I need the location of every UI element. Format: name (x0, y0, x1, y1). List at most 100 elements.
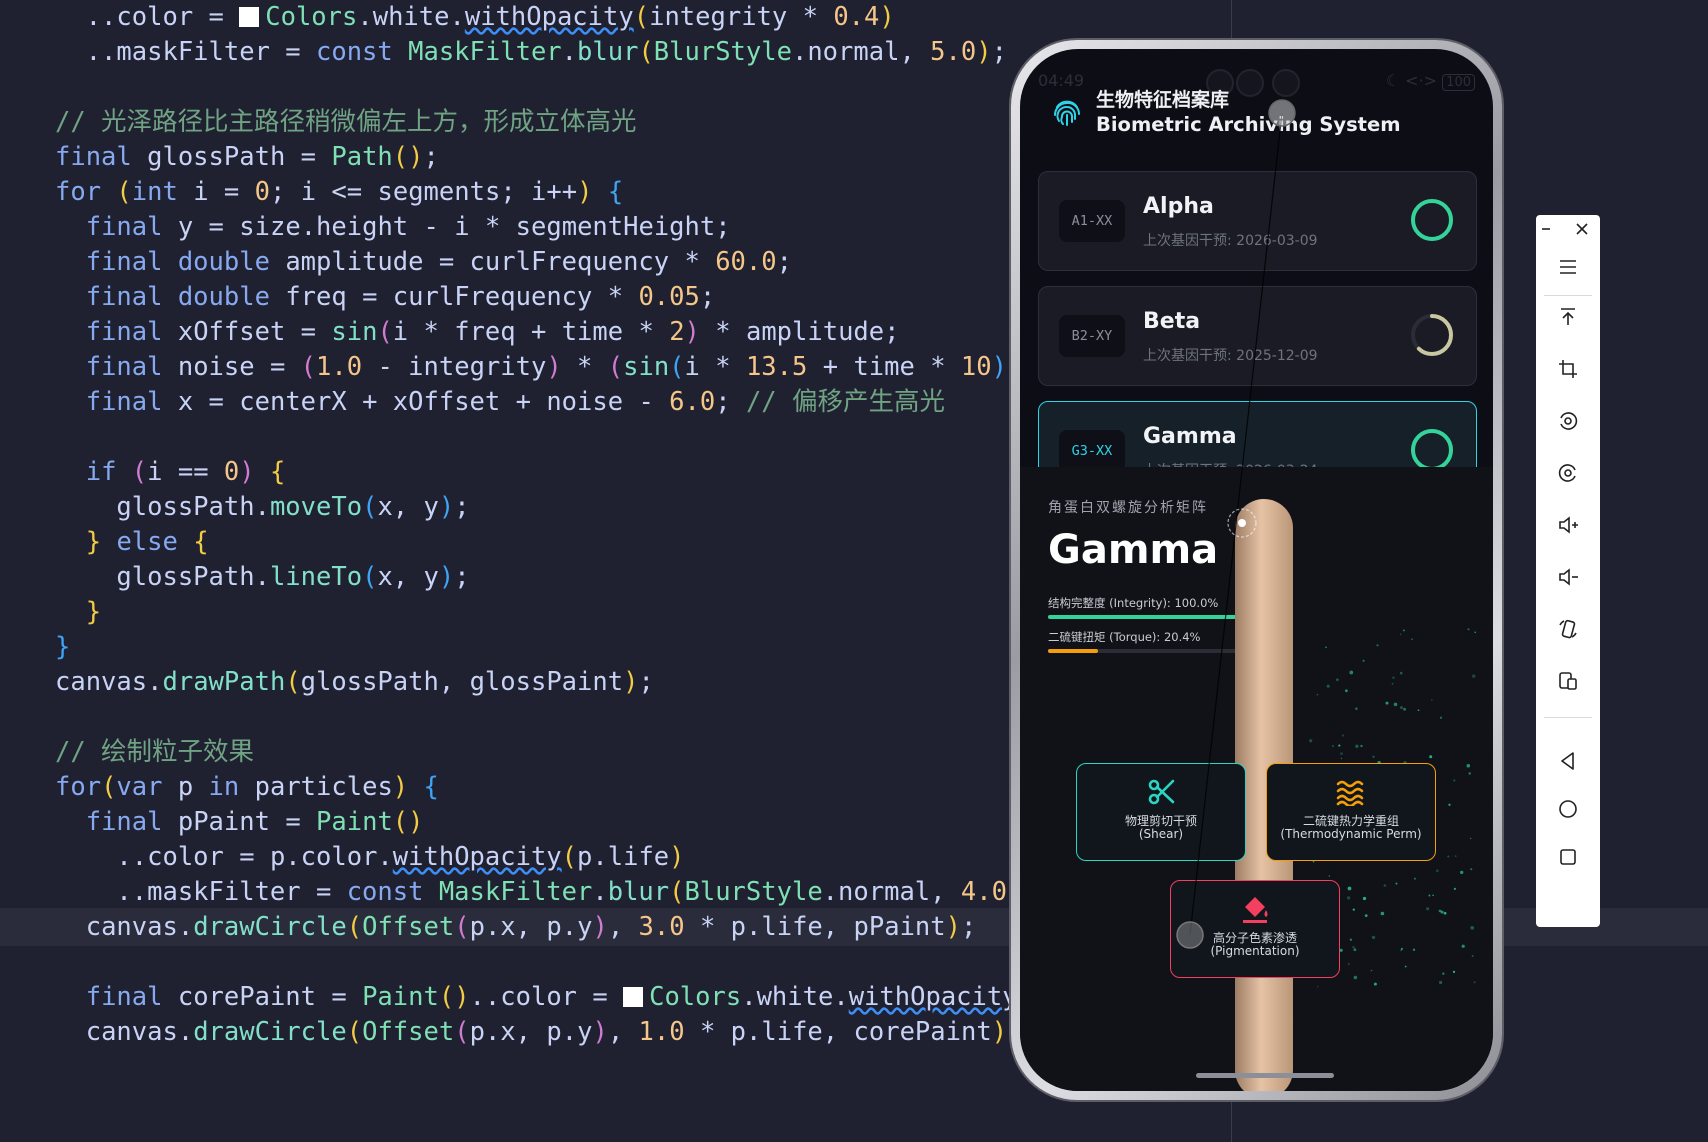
close-button[interactable] (1562, 215, 1602, 243)
code-line[interactable]: final noise = (1.0 - integrity) * (sin(i… (0, 348, 1007, 386)
subject-card-alpha[interactable]: A1-XX Alpha 上次基因干预: 2026-03-09 (1038, 171, 1477, 271)
pin-top-button[interactable] (1536, 295, 1600, 339)
code-line[interactable]: ..maskFilter = const MaskFilter.blur(Blu… (0, 873, 1007, 911)
code-line[interactable]: } else { (0, 523, 209, 561)
code-line[interactable]: final double amplitude = curlFrequency *… (0, 243, 792, 281)
code-line[interactable]: for(var p in particles) { (0, 768, 439, 806)
code-token: * (684, 1017, 731, 1047)
code-token: ..color = (55, 842, 270, 872)
code-line[interactable] (0, 68, 55, 106)
phone-screen[interactable]: 04:49 ☾ <·> 100 生物特征档案库 Biometric Archiv… (1020, 49, 1493, 1091)
code-line[interactable]: } (0, 628, 70, 666)
code-token: 1.0 (638, 1017, 685, 1047)
code-line[interactable]: final xOffset = sin(i * freq + time * 2)… (0, 313, 900, 351)
code-token: Offset (362, 1017, 455, 1047)
paint-bucket-icon (1243, 897, 1268, 923)
code-line[interactable]: final double freq = curlFrequency * 0.05… (0, 278, 716, 316)
pigmentation-button[interactable]: 高分子色素渗透 (Pigmentation) (1170, 880, 1340, 978)
code-token: , (607, 1017, 639, 1047)
code-line[interactable]: glossPath.moveTo(x, y); (0, 488, 469, 526)
code-token: ( (669, 352, 685, 382)
record-button[interactable] (1536, 451, 1600, 495)
volume-up-button[interactable] (1536, 503, 1600, 547)
code-token: x (377, 492, 393, 522)
thermodynamic-perm-button[interactable]: 二硫键热力学重组 (Thermodynamic Perm) (1266, 763, 1436, 861)
minimize-button[interactable] (1526, 215, 1566, 243)
code-line[interactable]: canvas.drawCircle(Offset(p.x, p.y), 1.0 … (0, 1013, 1023, 1051)
code-line[interactable]: // 光泽路径比主路径稍微偏左上方，形成立体高光 (0, 103, 637, 141)
code-token: () (438, 982, 470, 1012)
code-token: , (607, 912, 639, 942)
code-token: ( (101, 772, 117, 802)
recents-icon (1560, 849, 1576, 865)
code-token: canvas (85, 912, 178, 942)
code-token: * (408, 317, 455, 347)
code-token: 2 (669, 317, 685, 347)
code-token: - (408, 212, 455, 242)
devices-icon (1559, 672, 1577, 690)
code-line[interactable] (0, 943, 55, 981)
particle (1376, 644, 1379, 647)
code-token: p (546, 1017, 562, 1047)
code-line[interactable]: ..maskFilter = const MaskFilter.blur(Blu… (0, 33, 1007, 71)
action-sublabel: (Shear) (1138, 827, 1184, 841)
code-line[interactable]: final x = centerX + xOffset + noise - 6.… (0, 383, 945, 421)
code-token: ( (561, 842, 578, 872)
particle (1472, 674, 1476, 678)
subject-card-beta[interactable]: B2-XY Beta 上次基因干预: 2025-12-09 (1038, 286, 1477, 386)
code-line[interactable]: final glossPath = Path(); (0, 138, 439, 176)
rotate-button[interactable] (1536, 607, 1600, 651)
code-token: MaskFilter (408, 37, 562, 67)
code-line[interactable]: } (0, 593, 101, 631)
code-token: i (454, 212, 470, 242)
code-line[interactable]: final corePaint = Paint()..color = Color… (0, 978, 1018, 1016)
code-line[interactable]: ..color = p.color.withOpacity(p.life) (0, 838, 684, 876)
code-token: { (270, 457, 286, 487)
code-token: integrity (649, 2, 788, 32)
code-token: BlurStyle (653, 37, 792, 67)
code-token: , (822, 1017, 854, 1047)
code-token: normal (807, 37, 900, 67)
code-token: ( (131, 457, 148, 487)
particle (1443, 911, 1447, 915)
code-token: p (469, 1017, 485, 1047)
volume-down-button[interactable] (1536, 555, 1600, 599)
code-line[interactable]: final y = size.height - i * segmentHeigh… (0, 208, 731, 246)
code-line[interactable]: canvas.drawPath(glossPath, glossPaint); (0, 663, 654, 701)
code-token: i (684, 352, 700, 382)
code-token: else (116, 527, 194, 557)
crop-button[interactable] (1536, 347, 1600, 391)
screenshot-button[interactable] (1536, 399, 1600, 443)
devices-button[interactable] (1536, 659, 1600, 703)
recents-button[interactable] (1536, 835, 1600, 879)
code-line[interactable] (0, 418, 55, 456)
particle (1391, 682, 1394, 685)
code-line[interactable]: ..color = Colors.white.withOpacity(integ… (0, 0, 895, 36)
code-token: i (392, 317, 409, 347)
code-token: ) (239, 457, 255, 487)
panel-title: Gamma (1048, 527, 1219, 573)
particle (1328, 875, 1331, 877)
code-line[interactable]: for (int i = 0; i <= segments; i++) { (0, 173, 623, 211)
code-token: + (807, 352, 854, 382)
code-line[interactable]: if (i == 0) { (0, 453, 286, 491)
shear-button[interactable]: 物理剪切干预 (Shear) (1076, 763, 1246, 861)
home-indicator[interactable] (1196, 1073, 1334, 1078)
code-token: centerX (239, 387, 347, 417)
code-token: Paint (316, 807, 393, 837)
code-line[interactable]: final pPaint = Paint() (0, 803, 424, 841)
code-line[interactable] (0, 698, 55, 736)
home-button[interactable] (1536, 787, 1600, 831)
code-token: = (193, 212, 240, 242)
particle (1454, 855, 1457, 857)
particle (1430, 699, 1433, 702)
code-token: . (741, 982, 757, 1012)
particle (1380, 911, 1385, 916)
back-button[interactable] (1536, 739, 1600, 783)
code-line[interactable]: // 绘制粒子效果 (0, 733, 254, 771)
menu-button[interactable] (1536, 245, 1600, 289)
subject-code: B2-XY (1059, 315, 1125, 357)
code-line[interactable]: glossPath.lineTo(x, y); (0, 558, 469, 596)
